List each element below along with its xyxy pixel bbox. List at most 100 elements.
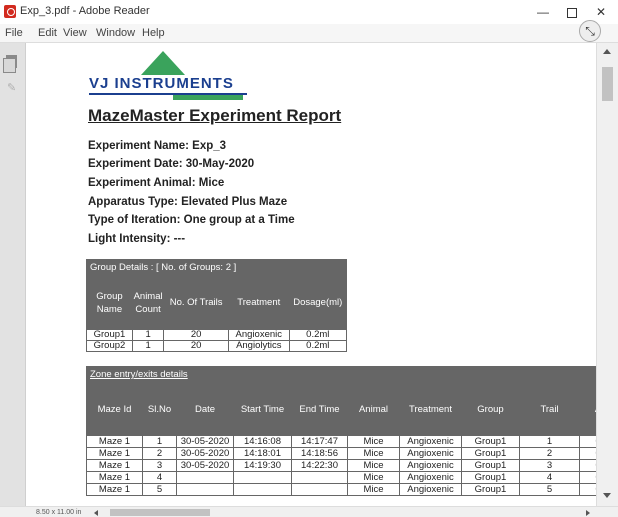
horizontal-scroll-thumb[interactable]: [110, 509, 210, 516]
table-cell: 30-05-2020: [176, 435, 234, 448]
table-cell: Group2: [86, 340, 133, 352]
table-cell: 1: [131, 340, 165, 352]
table-row: Maze 1 2 30-05-2020 14:18:01 14:18:56 Mi…: [86, 447, 596, 460]
table-cell: Angioxenic: [399, 435, 462, 448]
menu-window[interactable]: Window: [96, 27, 135, 39]
table-cell: 14:18:01: [233, 447, 292, 460]
table-cell: 14:17:47: [291, 435, 348, 448]
table-cell: Maze 1: [86, 471, 143, 484]
table-cell: 14:18:56: [291, 447, 348, 460]
table-cell: 14:19:30: [233, 459, 292, 472]
table-cell: Group1: [461, 483, 520, 496]
table-cell: 6: [578, 471, 596, 484]
table-cell: 3: [519, 459, 580, 472]
zone-details-caption: Zone entry/exits details: [85, 366, 596, 383]
table-row: Group2 1 20 Angiolytics 0.2ml: [86, 340, 348, 352]
logo-triangle: [141, 51, 185, 75]
iteration-type: Type of Iteration: One group at a Time: [88, 214, 295, 226]
logo-tagline-bar: [173, 95, 243, 100]
menu-view[interactable]: View: [63, 27, 87, 39]
table-cell: [233, 471, 292, 484]
zone-header-treatment: Treatment: [399, 382, 462, 436]
table-cell: 30-05-2020: [176, 447, 234, 460]
zone-header-truncated: A: [578, 382, 596, 436]
table-cell: [176, 483, 234, 496]
zone-header-date: Date: [176, 382, 234, 436]
table-cell: [291, 471, 348, 484]
maximize-button[interactable]: [559, 2, 585, 22]
table-cell: 14:22:30: [291, 459, 348, 472]
table-cell: 0.2ml: [288, 329, 348, 341]
table-cell: 1: [519, 435, 580, 448]
scroll-up-arrow-icon[interactable]: [603, 49, 611, 54]
group-details-table: Group Details : [ No. of Groups: 2 ] Gro…: [86, 259, 348, 352]
menu-file[interactable]: File: [5, 27, 23, 39]
group-header-treatment: Treatment: [228, 275, 290, 330]
signature-pen-icon[interactable]: ✎: [7, 81, 16, 94]
table-cell: 5: [519, 483, 580, 496]
zone-header-group: Group: [461, 382, 520, 436]
table-cell: Maze 1: [86, 459, 143, 472]
table-cell: [176, 471, 234, 484]
zone-header-start-time: Start Time: [233, 382, 292, 436]
table-cell: 4: [519, 471, 580, 484]
adobe-reader-icon: [4, 5, 16, 18]
table-cell: Mice: [347, 435, 400, 448]
table-row: Maze 1 4 Mice Angioxenic Group1 4 6: [86, 471, 596, 484]
table-cell: 6: [578, 447, 596, 460]
table-cell: 30-05-2020: [176, 459, 234, 472]
logo-text: VJ INSTRUMENTS: [89, 75, 234, 92]
table-cell: Angioxenic: [399, 483, 462, 496]
group-header-dosage: Dosage(ml): [288, 275, 348, 330]
document-view[interactable]: VJ INSTRUMENTS MazeMaster Experiment Rep…: [27, 43, 596, 506]
table-cell: Mice: [347, 483, 400, 496]
collapse-toolbar-button[interactable]: ⤡: [579, 20, 601, 42]
table-row: Maze 1 5 Mice Angioxenic Group1 5 6: [86, 483, 596, 496]
table-cell: 6: [578, 435, 596, 448]
light-intensity: Light Intensity: ---: [88, 233, 186, 245]
table-cell: 2: [519, 447, 580, 460]
table-cell: Mice: [347, 471, 400, 484]
table-cell: Maze 1: [86, 435, 143, 448]
close-button[interactable]: ✕: [588, 2, 614, 22]
table-cell: 4: [142, 471, 177, 484]
group-header-animal-count: Animal Count: [131, 275, 165, 330]
experiment-date: Experiment Date: 30-May-2020: [88, 158, 255, 170]
table-cell: Angioxenic: [228, 329, 290, 341]
experiment-name: Experiment Name: Exp_3: [88, 140, 227, 152]
table-cell: Angioxenic: [399, 447, 462, 460]
zone-header-trail: Trail: [519, 382, 580, 436]
group-header-name: Group Name: [86, 275, 133, 330]
minimize-button[interactable]: —: [530, 2, 556, 22]
vertical-scroll-thumb[interactable]: [602, 67, 613, 101]
table-cell: Angioxenic: [399, 471, 462, 484]
group-header-trails: No. Of Trails: [163, 275, 229, 330]
table-cell: Group1: [461, 435, 520, 448]
status-bar: 8.50 x 11.00 in: [0, 506, 618, 517]
menu-edit[interactable]: Edit: [38, 27, 57, 39]
page-size-readout: 8.50 x 11.00 in: [36, 509, 82, 516]
collapse-arrows-icon: ⤡: [585, 24, 595, 38]
navigation-pane: ✎: [0, 43, 26, 506]
experiment-animal: Experiment Animal: Mice: [88, 177, 225, 189]
scroll-right-arrow-icon[interactable]: [586, 510, 590, 516]
table-cell: 6: [578, 459, 596, 472]
menu-help[interactable]: Help: [142, 27, 165, 39]
pdf-page: VJ INSTRUMENTS MazeMaster Experiment Rep…: [27, 43, 596, 506]
scroll-down-arrow-icon[interactable]: [603, 493, 611, 498]
zone-header-slno: Sl.No: [142, 382, 177, 436]
table-row: Group1 1 20 Angioxenic 0.2ml: [86, 329, 348, 341]
table-cell: Group1: [461, 459, 520, 472]
table-cell: 3: [142, 459, 177, 472]
table-cell: Group1: [461, 471, 520, 484]
table-cell: Maze 1: [86, 447, 143, 460]
vj-instruments-logo: VJ INSTRUMENTS: [89, 51, 259, 101]
table-cell: Angioxenic: [399, 459, 462, 472]
vertical-scrollbar[interactable]: [596, 43, 618, 506]
menu-bar: File Edit View Window Help: [0, 24, 618, 59]
window-title: Exp_3.pdf - Adobe Reader: [20, 5, 150, 17]
table-cell: 20: [163, 340, 229, 352]
zone-header-end-time: End Time: [291, 382, 348, 436]
scroll-left-arrow-icon[interactable]: [94, 510, 98, 516]
pages-panel-icon[interactable]: [3, 55, 17, 73]
